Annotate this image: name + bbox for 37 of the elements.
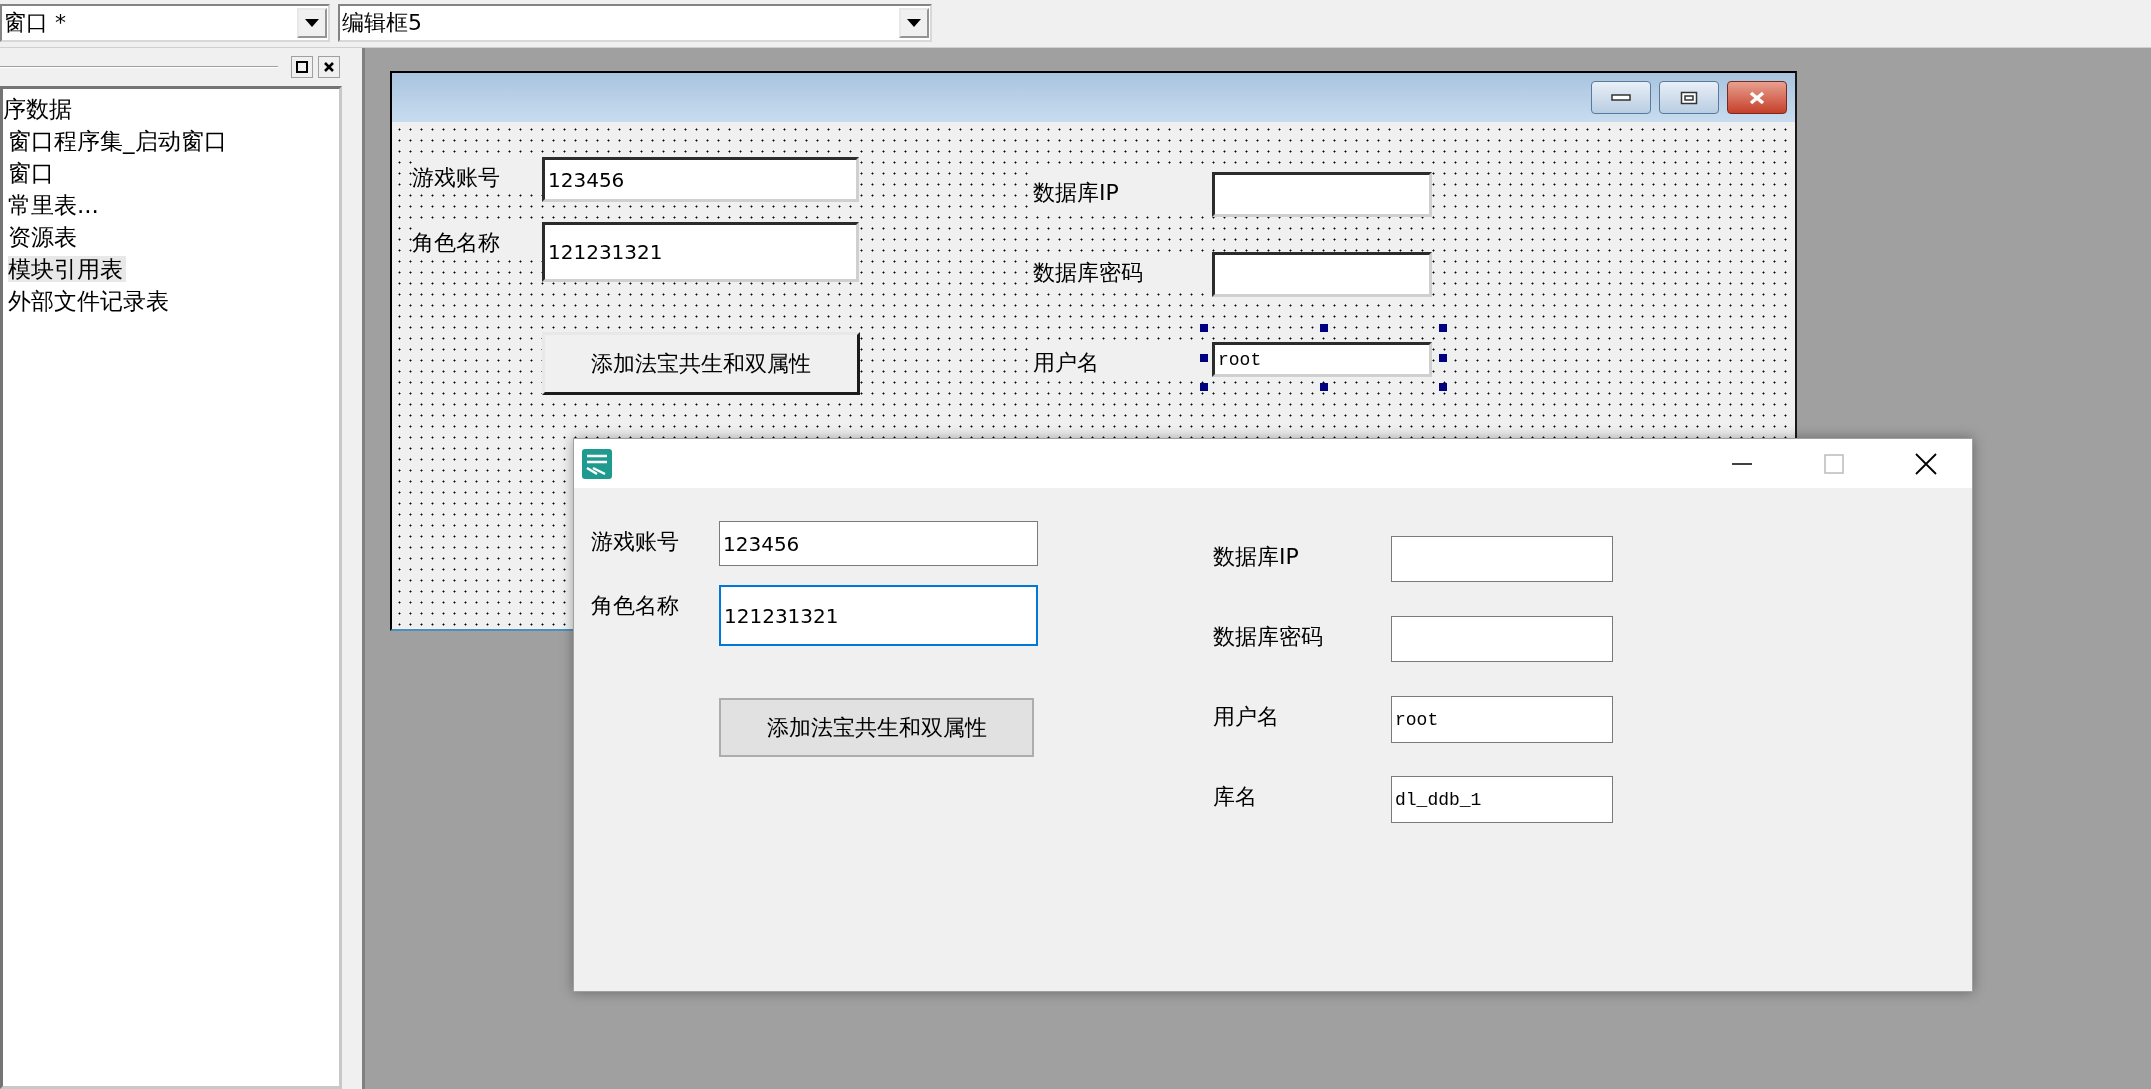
close-icon (323, 61, 335, 73)
tree-item[interactable]: 模块引用表 (8, 256, 126, 282)
restore-icon (296, 61, 308, 73)
dropdown-field[interactable]: 窗口 * (0, 4, 330, 42)
add-button[interactable]: 添加法宝共生和双属性 (542, 332, 860, 395)
maximize-icon (1824, 453, 1844, 474)
text-field[interactable]: root (1212, 342, 1432, 377)
add-button[interactable]: 添加法宝共生和双属性 (719, 698, 1034, 757)
close-button[interactable] (1727, 81, 1787, 114)
close-button[interactable] (318, 56, 340, 78)
dropdown-field[interactable]: 编辑框5 (338, 4, 932, 42)
tree-item[interactable]: 序数据 (3, 96, 72, 122)
maximize-icon (1680, 90, 1698, 105)
selection-handles[interactable] (1200, 324, 1447, 391)
close-icon (1748, 90, 1766, 105)
close-icon (1915, 452, 1937, 475)
text-field[interactable]: 123456 (719, 521, 1038, 566)
text-field[interactable]: 123456 (542, 157, 859, 202)
text-field[interactable] (1212, 172, 1432, 217)
tree-item[interactable]: 资源表 (8, 224, 80, 250)
tree-item[interactable]: 常里表... (8, 192, 102, 218)
restore-button[interactable] (291, 56, 313, 78)
app-icon (581, 447, 613, 480)
text-field[interactable]: root (1391, 696, 1613, 743)
tree-item[interactable]: 窗口程序集_启动窗口 (8, 128, 230, 154)
text-field[interactable] (1212, 252, 1432, 297)
minimize-button[interactable] (1591, 81, 1651, 114)
text-field[interactable] (1391, 616, 1613, 662)
text-field[interactable]: 121231321 (542, 222, 859, 282)
maximize-button[interactable] (1659, 81, 1719, 114)
tree-item[interactable]: 外部文件记录表 (8, 288, 172, 314)
tree-item[interactable]: 窗口 (8, 160, 57, 186)
minimize-icon (1611, 93, 1631, 102)
text-field[interactable]: dl_ddb_1 (1391, 776, 1613, 823)
text-field[interactable]: 121231321 (719, 585, 1038, 646)
text-field[interactable] (1391, 536, 1613, 582)
minimize-icon (1732, 461, 1752, 466)
